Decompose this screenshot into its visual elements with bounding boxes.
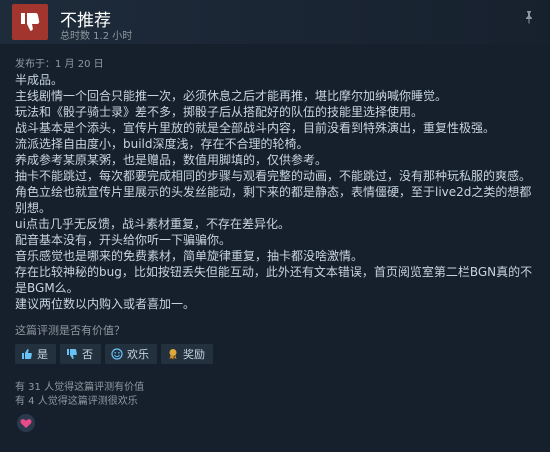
review-line: 建议两位数以内购入或者喜加一。 [15, 297, 196, 311]
review-line: 音乐感觉也是哪来的免费素材，简单旋律重复，抽卡都没啥激情。 [15, 249, 364, 263]
smiley-icon [111, 348, 123, 360]
review-card: 不推荐 总时数 1.2 小时 发布于：1 月 20 日 半成品。主线剧情一个回合… [0, 0, 550, 452]
review-line: 半成品。 [15, 73, 64, 87]
playtime: 总时数 1.2 小时 [60, 31, 133, 42]
thumbs-down-icon [21, 13, 40, 31]
vote-yes-button[interactable]: 是 [15, 344, 56, 364]
award-label: 奖励 [183, 348, 205, 361]
award-button[interactable]: 奖励 [161, 344, 213, 364]
thumbs-down-icon [67, 349, 77, 359]
review-header: 不推荐 总时数 1.2 小时 [0, 0, 550, 44]
review-line: 玩法和《骰子骑士录》差不多，掷骰子后从搭配好的队伍的技能里选择使用。 [15, 105, 424, 119]
review-line: 角色立绘也就宣传片里展示的头发丝能动，剩下来的都是静态，表情僵硬，至于live2… [15, 185, 532, 215]
review-text: 半成品。主线剧情一个回合只能推一次，必须休息之后才能再推，堪比摩尔加纳喊你睡觉。… [15, 72, 540, 312]
vote-yes-label: 是 [37, 348, 48, 361]
review-line: 流派选择自由度小，build深度浅，存在不合理的轮椅。 [15, 137, 309, 151]
helpful-count: 有 31 人觉得这篇评测有价值 [15, 382, 145, 393]
received-award[interactable] [15, 412, 37, 434]
review-line: 养成参考某原某粥，也是赠品，数值用脚填的，仅供参考。 [15, 153, 328, 167]
vote-funny-button[interactable]: 欢乐 [105, 344, 157, 364]
helpful-prompt: 这篇评测是否有价值？ [15, 324, 125, 337]
thumbs-down-badge [12, 4, 48, 40]
award-icon [169, 349, 177, 360]
posted-date: 发布于：1 月 20 日 [15, 59, 104, 70]
vote-no-label: 否 [82, 348, 93, 361]
review-line: 主线剧情一个回合只能推一次，必须休息之后才能再推，堪比摩尔加纳喊你睡觉。 [15, 89, 448, 103]
review-line: ui点击几乎无反馈，战斗素材重复，不存在差异化。 [15, 217, 290, 231]
vote-buttons: 是 否 欢乐 奖励 [15, 344, 213, 364]
thumbs-up-icon [22, 349, 32, 359]
heart-award-icon [17, 414, 35, 432]
review-line: 抽卡不能跳过，每次都要完成相同的步骤与观看完整的动画，不能跳过，没有那种玩私服的… [15, 169, 532, 183]
review-line: 配音基本没有，开头给你听一下骗骗你。 [15, 233, 232, 247]
vote-funny-label: 欢乐 [127, 348, 149, 361]
review-line: 战斗基本是个添头，宣传片里放的就是全部战斗内容，目前没看到特殊演出，重复性极强。 [15, 121, 496, 135]
vote-no-button[interactable]: 否 [60, 344, 101, 364]
funny-count: 有 4 人觉得这篇评测很欢乐 [15, 396, 138, 407]
pin-icon[interactable] [522, 10, 536, 24]
review-line: 存在比较神秘的bug，比如按钮丢失但能互动，此外还有文本错误，首页阅览室第二栏B… [15, 265, 533, 295]
